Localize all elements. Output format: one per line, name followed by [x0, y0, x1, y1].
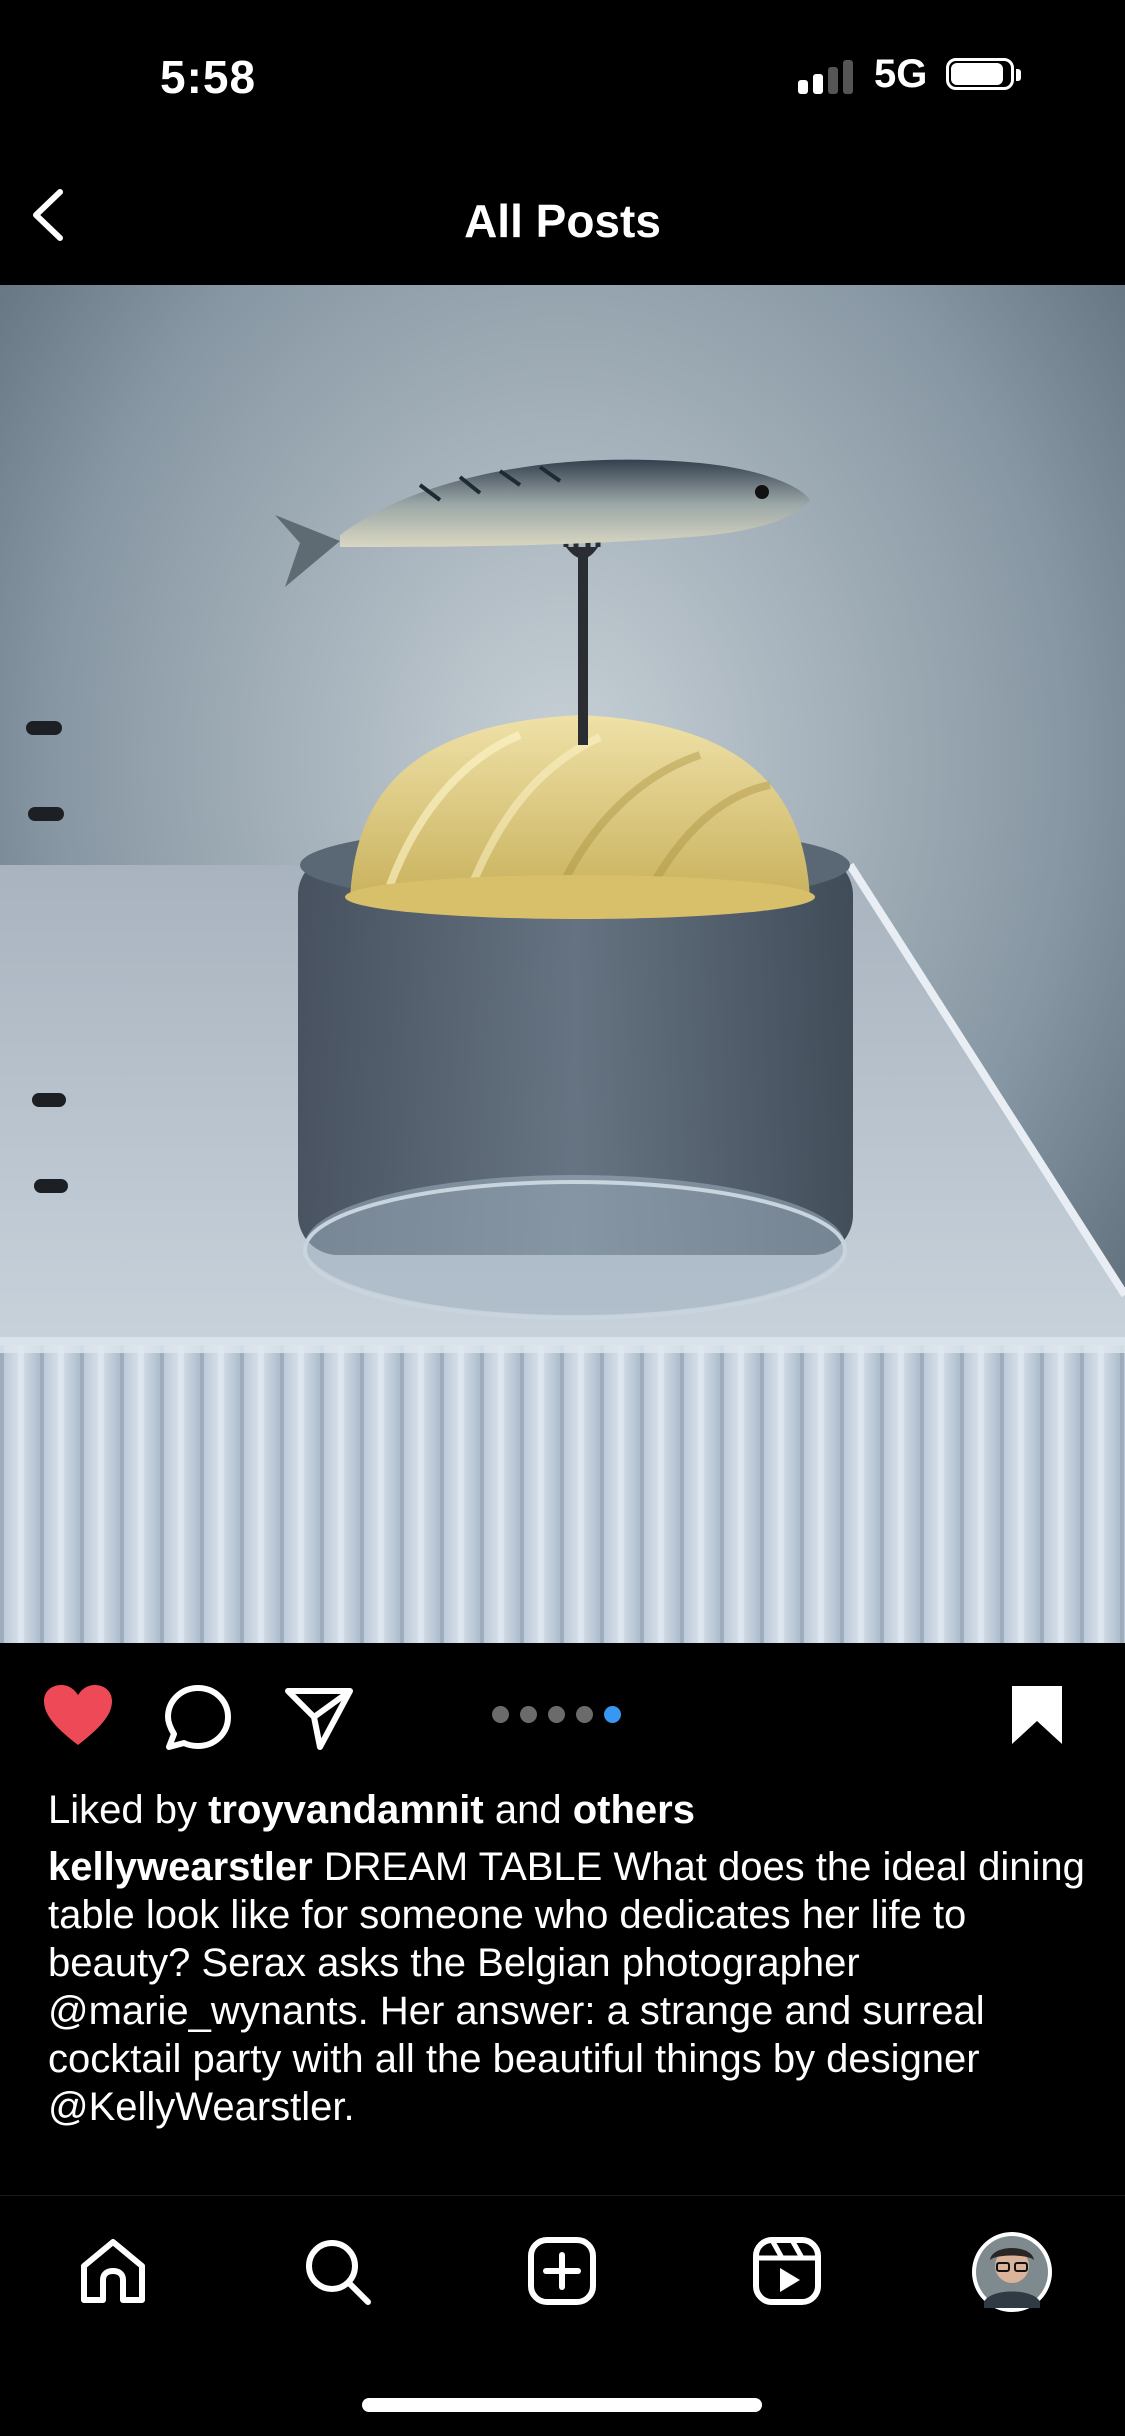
carousel-dot — [520, 1706, 537, 1723]
page-title: All Posts — [464, 195, 661, 247]
share-icon[interactable] — [284, 1685, 354, 1751]
photo-dream-table — [0, 285, 1125, 1643]
network-label: 5G — [874, 52, 928, 96]
likes-summary[interactable]: Liked by troyvandamnit and others — [48, 1784, 695, 1836]
post-caption: kellywearstler DREAM TABLE What does the… — [48, 1843, 1088, 2131]
post-image[interactable] — [0, 285, 1125, 1643]
carousel-dot — [548, 1706, 565, 1723]
carousel-dot — [492, 1706, 509, 1723]
reels-icon[interactable] — [752, 2236, 822, 2306]
signal-strength-icon — [798, 58, 858, 94]
carousel-dot — [604, 1706, 621, 1723]
liked-by-user[interactable]: troyvandamnit — [208, 1788, 484, 1832]
avatar[interactable] — [970, 2230, 1054, 2314]
battery-icon — [946, 58, 1026, 94]
post-actions — [0, 1643, 1125, 1788]
status-time: 5:58 — [160, 51, 257, 103]
home-indicator — [362, 2398, 762, 2412]
likes-prefix: Liked by — [48, 1788, 197, 1832]
home-icon[interactable] — [78, 2236, 148, 2306]
likes-middle: and — [494, 1788, 562, 1832]
carousel-dot — [576, 1706, 593, 1723]
tab-bar — [0, 2195, 1125, 2366]
comment-icon[interactable] — [163, 1683, 233, 1753]
likes-others[interactable]: others — [573, 1788, 695, 1832]
status-bar: 5:58 5G — [0, 0, 1125, 150]
plus-square-icon[interactable] — [527, 2236, 597, 2306]
carousel-indicator — [492, 1706, 632, 1726]
bookmark-icon[interactable] — [1009, 1683, 1065, 1747]
caption-username[interactable]: kellywearstler — [48, 1845, 313, 1889]
heart-icon[interactable] — [42, 1683, 114, 1749]
nav-header: All Posts — [0, 150, 1125, 285]
search-icon[interactable] — [302, 2236, 372, 2306]
